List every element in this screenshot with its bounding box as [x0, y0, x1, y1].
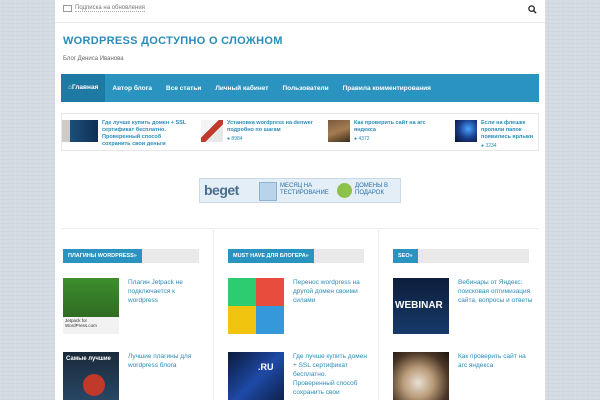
views-count: 3234 [485, 143, 497, 149]
ticker-title: Как проверить сайт на агс яндекса [354, 120, 426, 133]
thumb-caption: Самые лучшие [66, 356, 111, 362]
nav-item-home[interactable]: ⌂Главная [61, 74, 106, 102]
ticker-item[interactable]: Если на флешке пропали папок появились я… [455, 120, 538, 149]
mail-icon [63, 5, 72, 12]
thumb-caption: Jetpack for WordPress.com [65, 318, 97, 328]
category-heading-bar: MUST HAVE ДЛЯ БЛОГЕРА» [228, 249, 364, 263]
ticker-item[interactable]: Как проверить сайт на агс яндекса ● 4372 [328, 120, 448, 146]
post-thumbnail: Jetpack for WordPress.com [63, 278, 119, 334]
gift-icon [337, 183, 352, 198]
page-container: Подписка на обновления WORDPRESS ДОСТУПН… [55, 0, 545, 400]
thumb-caption: .RU [258, 362, 274, 372]
search-icon[interactable] [528, 5, 537, 14]
post-title: Перенос wordpress на другой домен своими… [293, 279, 360, 304]
thumb-caption: WEBINAR [395, 300, 443, 311]
ticker-thumbnail [455, 120, 477, 142]
category-heading[interactable]: SEO» [393, 249, 418, 263]
wordpress-logo-icon [83, 374, 105, 396]
subscribe-label: Подписка на обновления [75, 5, 145, 12]
ticker-item[interactable]: Установка wordpress на denwer подробно п… [201, 120, 321, 146]
ticker-title: Если на флешке пропали папок появились я… [481, 120, 534, 140]
post-item[interactable]: .RU Где лучше купить домен + SSL сертифи… [228, 352, 369, 400]
post-item[interactable]: WEBINAR Вебинары от Яндекс: поисковая оп… [393, 278, 534, 334]
category-heading[interactable]: MUST HAVE ДЛЯ БЛОГЕРА» [228, 249, 314, 263]
site-tagline: Блог Дениса Иванова [63, 56, 124, 62]
ticker-title: Где лучше купить домен + SSL сертификат … [102, 120, 187, 147]
ticker-views: ● 3234 [481, 143, 538, 149]
post-title: Плагин Jetpack не подключается к wordpre… [128, 279, 183, 304]
banner-domain-line: ПОДАРОК [355, 190, 384, 196]
nav-item-cabinet[interactable]: Личный кабинет [208, 85, 275, 92]
post-item[interactable]: Перенос wordpress на другой домен своими… [228, 278, 369, 334]
views-count: 8984 [231, 136, 243, 142]
post-item[interactable]: Самые лучшие Лучшие плагины для wordpres… [63, 352, 204, 400]
nav-item-label: Главная [71, 84, 99, 91]
post-thumbnail: WEBINAR [393, 278, 449, 334]
category-column-must-have: MUST HAVE ДЛЯ БЛОГЕРА» Перенос wordpress… [226, 230, 376, 400]
nav-item-all-posts[interactable]: Все статьи [159, 85, 208, 92]
post-item[interactable]: Jetpack for WordPress.com Плагин Jetpack… [63, 278, 204, 334]
banner-offer-text: МЕСЯЦ НА ТЕСТИРОВАНИЕ [280, 183, 329, 197]
ticker-thumbnail [62, 120, 98, 142]
column-divider [378, 230, 379, 400]
section-divider [61, 228, 539, 229]
top-bar: Подписка на обновления [55, 0, 545, 23]
post-title: Лучшие плагины для wordpress блога [128, 353, 192, 369]
nav-item-comment-rules[interactable]: Правила комментирования [336, 85, 438, 92]
banner-offer-line: ТЕСТИРОВАНИЕ [280, 190, 329, 196]
main-nav: ⌂Главная Автор блога Все статьи Личный к… [61, 74, 539, 102]
banner-offer-line: МЕСЯЦ НА [280, 183, 313, 189]
ticker-thumbnail [328, 120, 350, 142]
nav-item-users[interactable]: Пользователи [275, 85, 335, 92]
banner-domain-line: ДОМЕНЫ В [355, 183, 389, 189]
category-heading[interactable]: ПЛАГИНЫ WORDPRESS» [63, 249, 142, 263]
views-count: 4372 [358, 136, 370, 142]
ticker-item[interactable]: Где лучше купить домен + SSL сертификат … [62, 120, 188, 147]
post-title: Вебинары от Яндекс: поисковая оптимизаци… [458, 279, 533, 304]
nav-item-author[interactable]: Автор блога [105, 85, 159, 92]
featured-ticker: Где лучше купить домен + SSL сертификат … [61, 113, 539, 151]
beget-ad-banner[interactable]: beget МЕСЯЦ НА ТЕСТИРОВАНИЕ ДОМЕНЫ В ПОД… [199, 178, 401, 203]
beget-logo: beget [204, 182, 239, 198]
post-title: Как проверить сайт на агс яндекса [458, 353, 526, 369]
post-thumbnail [393, 352, 449, 400]
post-thumbnail [228, 278, 284, 334]
ticker-thumbnail [201, 120, 223, 142]
ticker-views: ● 8984 [227, 136, 321, 142]
banner-domain-text: ДОМЕНЫ В ПОДАРОК [355, 183, 388, 197]
subscribe-link[interactable]: Подписка на обновления [63, 5, 145, 12]
post-title: Где лучше купить домен + SSL сертификат … [293, 353, 367, 396]
category-column-plugins: ПЛАГИНЫ WORDPRESS» Jetpack for WordPress… [61, 230, 211, 400]
site-title[interactable]: WORDPRESS ДОСТУПНО О СЛОЖНОМ [63, 35, 283, 47]
post-thumbnail: Самые лучшие [63, 352, 119, 400]
category-column-seo: SEO» WEBINAR Вебинары от Яндекс: поисков… [391, 230, 541, 400]
ticker-title: Установка wordpress на denwer подробно п… [227, 120, 313, 133]
ticker-views: ● 4372 [354, 136, 448, 142]
category-heading-bar: ПЛАГИНЫ WORDPRESS» [63, 249, 199, 263]
column-divider [213, 230, 214, 400]
post-thumbnail: .RU [228, 352, 284, 400]
calendar-icon [259, 182, 277, 201]
post-item[interactable]: Как проверить сайт на агс яндекса [393, 352, 534, 400]
category-heading-bar: SEO» [393, 249, 529, 263]
